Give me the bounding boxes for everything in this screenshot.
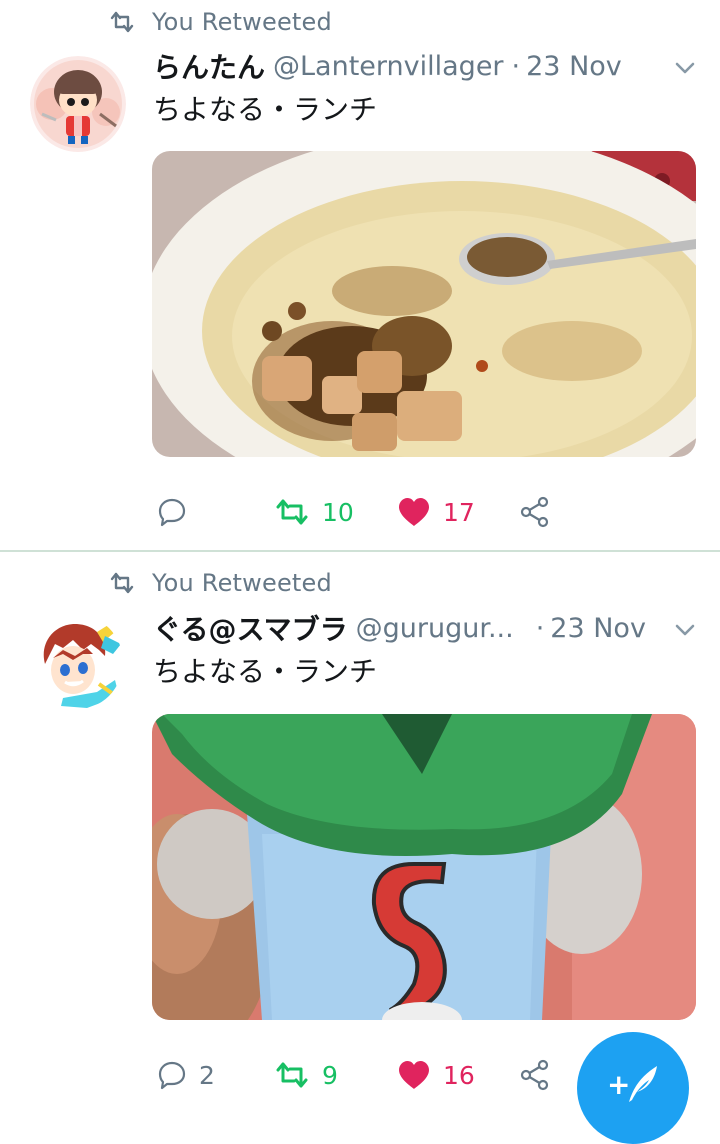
mapo-tofu-plate-photo[interactable] <box>152 151 696 457</box>
tweet-1[interactable]: You Retweeted らんたん @Lanternvillager · 23… <box>0 0 720 550</box>
like-button[interactable]: 16 <box>397 1050 475 1100</box>
avatar[interactable] <box>30 56 126 152</box>
compose-tweet-icon <box>623 1062 663 1110</box>
retweet-button[interactable]: 9 <box>274 1050 338 1100</box>
chevron-down-icon[interactable] <box>671 616 699 644</box>
reply-button[interactable]: 2 <box>157 1050 215 1100</box>
retweet-icon <box>274 1061 310 1089</box>
tweet-text: ちよなる・ランチ <box>153 655 378 688</box>
retweet-count: 9 <box>322 1060 338 1090</box>
separator-dot: · <box>535 612 545 644</box>
user-handle[interactable]: @gurugur... <box>356 613 514 644</box>
tweet-2[interactable]: You Retweeted ぐる@スマブラ @gurugur... · 23 N… <box>0 552 720 1105</box>
tweet-actions: 10 17 <box>0 487 720 537</box>
retweet-label: You Retweeted <box>152 8 332 36</box>
retweet-context: You Retweeted <box>107 4 332 40</box>
tweet-text: ちよなる・ランチ <box>153 93 378 126</box>
like-button[interactable]: 17 <box>397 487 475 537</box>
tweet-header: らんたん @Lanternvillager · 23 Nov <box>153 46 622 86</box>
retweet-label: You Retweeted <box>152 569 332 597</box>
share-icon <box>519 1059 551 1091</box>
retweet-count: 10 <box>322 497 354 527</box>
plush-toy-photo[interactable] <box>152 714 696 1020</box>
reply-count: 2 <box>199 1060 215 1090</box>
heart-icon <box>397 497 431 527</box>
separator-dot: · <box>511 50 521 82</box>
compose-tweet-button[interactable]: + <box>577 1032 689 1144</box>
share-icon <box>519 496 551 528</box>
tweet-date[interactable]: 23 Nov <box>550 613 646 644</box>
display-name[interactable]: らんたん <box>153 46 265 86</box>
heart-icon <box>397 1060 431 1090</box>
reply-button[interactable] <box>157 487 199 537</box>
retweet-icon <box>107 571 137 595</box>
reply-icon <box>157 1060 187 1090</box>
avatar[interactable] <box>27 614 123 710</box>
user-handle[interactable]: @Lanternvillager <box>273 51 504 82</box>
chevron-down-icon[interactable] <box>671 54 699 82</box>
retweet-icon <box>107 10 137 34</box>
display-name[interactable]: ぐる@スマブラ <box>153 608 348 648</box>
retweet-icon <box>274 498 310 526</box>
like-count: 17 <box>443 497 475 527</box>
like-count: 16 <box>443 1060 475 1090</box>
share-button[interactable] <box>519 487 551 537</box>
retweet-context: You Retweeted <box>107 565 332 601</box>
retweet-button[interactable]: 10 <box>274 487 354 537</box>
tweet-date[interactable]: 23 Nov <box>526 51 622 82</box>
tweet-header: ぐる@スマブラ @gurugur... · 23 Nov <box>153 608 646 648</box>
reply-icon <box>157 497 187 527</box>
share-button[interactable] <box>519 1050 551 1100</box>
